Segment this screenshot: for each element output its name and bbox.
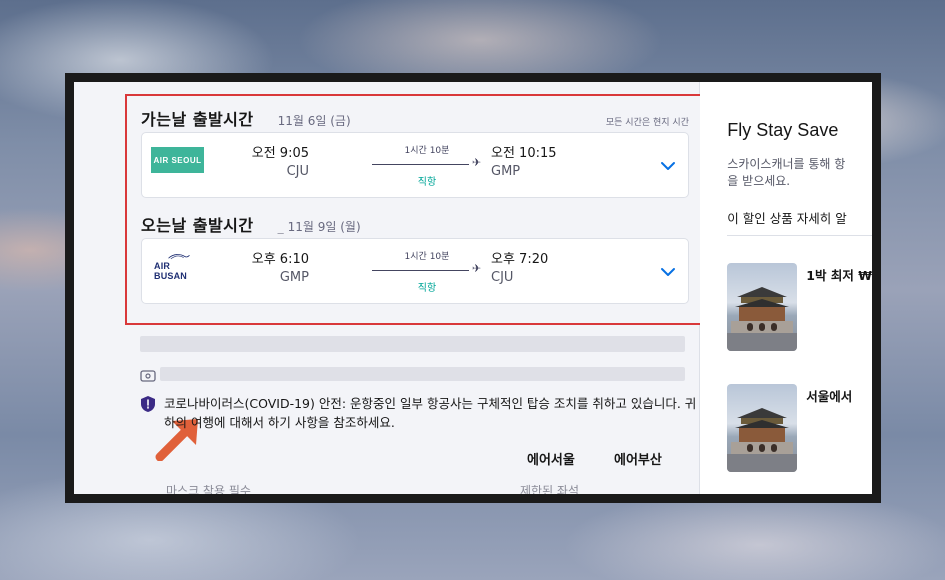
departure-time: 오전 9:05	[251, 146, 309, 161]
redacted-bar	[140, 336, 685, 352]
deal-item[interactable]: 1박 최저 ₩	[727, 263, 872, 351]
palace-image	[727, 263, 798, 351]
faded-row-right: 제한된 좌석	[520, 484, 580, 494]
flight-duration: 1시간 10분	[404, 252, 450, 262]
return-route: 1시간 10분 ✈ 직항	[372, 249, 482, 294]
air-busan-wing-icon	[168, 254, 190, 260]
plane-icon: ✈	[472, 156, 482, 169]
airline-link-air-seoul[interactable]: 에어서울	[527, 449, 575, 468]
direct-label: 직항	[417, 177, 437, 188]
return-date-text: 11월 9일 (월)	[287, 220, 361, 234]
outbound-route: 1시간 10분 ✈ 직항	[372, 143, 482, 188]
return-flight-card[interactable]: AIR BUSAN 오후 6:10 GMP 1시간 10분 ✈ 직항 오후 7:…	[141, 238, 689, 304]
return-date: _ 11월 9일 (월)	[278, 218, 361, 235]
outbound-flight-card[interactable]: AIR SEOUL 오전 9:05 CJU 1시간 10분 ✈ 직항 오전 10…	[141, 132, 689, 198]
direct-label: 직항	[417, 283, 437, 294]
airline-link-air-busan[interactable]: 에어부산	[614, 449, 662, 468]
outbound-departure: 오전 9:05 CJU	[252, 145, 309, 181]
highlight-box: 가는날 출발시간 11월 6일 (금) 모든 시간은 현지 시간 AIR SEO…	[125, 94, 705, 325]
return-header: 오는날 출발시간 _ 11월 9일 (월)	[141, 212, 689, 235]
air-busan-logo: AIR BUSAN	[154, 253, 204, 281]
route-line: ✈	[372, 156, 481, 169]
sidebar-title: Fly Stay Save	[727, 120, 839, 140]
sidebar-description-line1: 스카이스캐너를 통해 항	[727, 157, 846, 171]
departure-airport: CJU	[286, 164, 309, 179]
sidebar: Fly Stay Save 스카이스캐너를 통해 항 을 받으세요. 이 할인 …	[700, 82, 872, 494]
deal-title: 서울에서	[806, 389, 853, 404]
ticket-icon	[140, 367, 156, 386]
plane-icon: ✈	[472, 262, 482, 275]
screenshot-frame: 가는날 출발시간 11월 6일 (금) 모든 시간은 현지 시간 AIR SEO…	[65, 73, 881, 503]
sidebar-description-line2: 을 받으세요.	[727, 174, 791, 188]
covid-notice-text: 코로나바이러스(COVID-19) 안전: 운항중인 일부 항공사는 구체적인 …	[164, 396, 697, 430]
arrival-time: 오전 10:15	[491, 146, 557, 161]
faded-row-left: 마스크 착용 필수	[166, 484, 251, 494]
timezone-note: 모든 시간은 현지 시간	[605, 118, 689, 128]
outbound-title: 가는날 출발시간	[141, 110, 254, 129]
air-seoul-logo: AIR SEOUL	[151, 147, 204, 173]
sidebar-description: 스카이스캐너를 통해 항 을 받으세요.	[727, 156, 872, 190]
arrival-airport: GMP	[491, 164, 521, 179]
page-screen: 가는날 출발시간 11월 6일 (금) 모든 시간은 현지 시간 AIR SEO…	[74, 82, 872, 494]
return-departure: 오후 6:10 GMP	[252, 251, 309, 287]
sidebar-deal-link[interactable]: 이 할인 상품 자세히 알	[727, 208, 872, 236]
outbound-arrival: 오전 10:15 GMP	[491, 145, 557, 181]
arrival-time: 오후 7:20	[491, 252, 549, 267]
covid-notice: 코로나바이러스(COVID-19) 안전: 운항중인 일부 항공사는 구체적인 …	[140, 394, 700, 432]
outbound-header: 가는날 출발시간 11월 6일 (금) 모든 시간은 현지 시간	[141, 106, 689, 129]
deal-title: 1박 최저 ₩	[806, 268, 872, 283]
departure-airport: GMP	[279, 270, 309, 285]
deal-item[interactable]: 서울에서	[727, 384, 872, 472]
chevron-down-icon[interactable]	[660, 262, 676, 281]
flight-duration: 1시간 10분	[404, 146, 450, 156]
redacted-bar-2	[160, 367, 685, 381]
chevron-down-icon[interactable]	[660, 156, 676, 175]
outbound-date: 11월 6일 (금)	[277, 114, 351, 128]
air-busan-logo-text: AIR BUSAN	[154, 261, 188, 281]
arrival-airport: CJU	[491, 270, 514, 285]
route-line: ✈	[372, 262, 481, 275]
palace-image	[727, 384, 798, 472]
departure-time: 오후 6:10	[251, 252, 309, 267]
shield-icon	[141, 396, 155, 412]
return-arrival: 오후 7:20 CJU	[491, 251, 548, 287]
return-title: 오는날 출발시간	[141, 216, 254, 235]
flight-details-panel: 가는날 출발시간 11월 6일 (금) 모든 시간은 현지 시간 AIR SEO…	[74, 82, 705, 494]
return-date-prefix: _	[277, 220, 284, 234]
